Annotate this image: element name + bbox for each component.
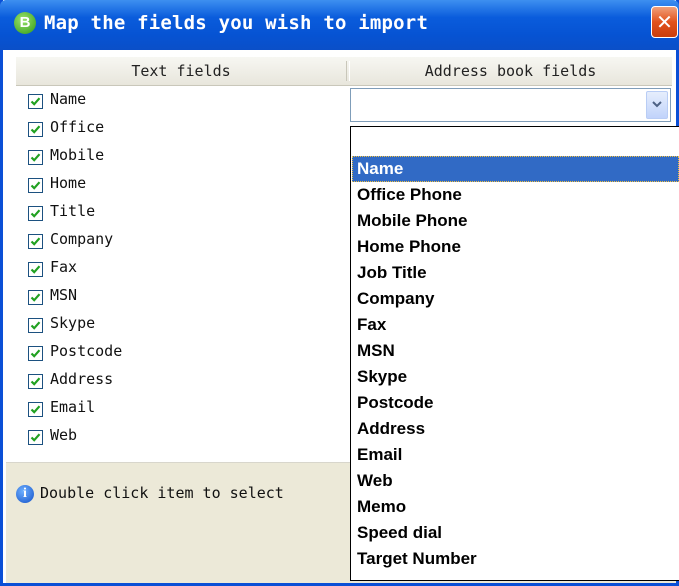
dropdown-option[interactable]: Mobile Phone	[352, 208, 679, 234]
field-checkbox[interactable]	[28, 346, 43, 361]
dropdown-option-empty[interactable]	[352, 130, 679, 156]
field-row[interactable]: MSN	[28, 284, 328, 310]
info-icon: i	[16, 485, 34, 503]
address-field-combo[interactable]	[350, 88, 671, 122]
checkmark-icon	[30, 349, 41, 358]
field-checkbox[interactable]	[28, 374, 43, 389]
field-label: MSN	[50, 286, 78, 304]
checkmark-icon	[30, 405, 41, 414]
field-row[interactable]: Company	[28, 228, 328, 254]
checkmark-icon	[30, 153, 41, 162]
field-checkbox[interactable]	[28, 262, 43, 277]
field-label: Email	[50, 398, 96, 416]
import-dialog: B Map the fields you wish to import ✕ Te…	[0, 0, 679, 586]
dropdown-option[interactable]: Memo	[352, 494, 679, 520]
field-row[interactable]: Address	[28, 368, 328, 394]
close-button[interactable]: ✕	[651, 6, 678, 38]
checkmark-icon	[30, 321, 41, 330]
checkmark-icon	[30, 209, 41, 218]
field-row[interactable]: Home	[28, 172, 328, 198]
field-label: Web	[50, 426, 78, 444]
field-label: Company	[50, 230, 114, 248]
dropdown-option[interactable]: Company	[352, 286, 679, 312]
field-label: Mobile	[50, 146, 105, 164]
field-row[interactable]: Name	[28, 88, 328, 114]
field-row[interactable]: Email	[28, 396, 328, 422]
dropdown-option[interactable]: Fax	[352, 312, 679, 338]
field-checkbox[interactable]	[28, 318, 43, 333]
dropdown-option[interactable]: Web	[352, 468, 679, 494]
field-label: Title	[50, 202, 96, 220]
field-row[interactable]: Skype	[28, 312, 328, 338]
dropdown-option[interactable]: Target Number	[352, 546, 679, 572]
dropdown-option[interactable]: Office Phone	[352, 182, 679, 208]
field-row[interactable]: Web	[28, 424, 328, 450]
dropdown-option[interactable]: Email	[352, 442, 679, 468]
field-row[interactable]: Fax	[28, 256, 328, 282]
checkmark-icon	[30, 181, 41, 190]
address-field-dropdown-list[interactable]: Name Office Phone Mobile Phone Home Phone Jo…	[350, 126, 679, 581]
field-row[interactable]: Mobile	[28, 144, 328, 170]
dialog-title: Map the fields you wish to import	[44, 12, 429, 34]
field-checkbox[interactable]	[28, 122, 43, 137]
column-header-text-fields[interactable]: Text fields	[16, 57, 346, 85]
field-checkbox[interactable]	[28, 206, 43, 221]
field-checkbox[interactable]	[28, 234, 43, 249]
field-label: Office	[50, 118, 105, 136]
dropdown-option[interactable]: Job Title	[352, 260, 679, 286]
field-checkbox[interactable]	[28, 94, 43, 109]
field-checkbox[interactable]	[28, 402, 43, 417]
field-label: Name	[50, 90, 87, 108]
checkmark-icon	[30, 377, 41, 386]
field-row[interactable]: Office	[28, 116, 328, 142]
column-header-row: Text fields Address book fields	[16, 57, 672, 86]
field-label: Skype	[50, 314, 96, 332]
checkmark-icon	[30, 97, 41, 106]
combo-dropdown-button[interactable]	[646, 91, 668, 119]
column-header-address-book-fields[interactable]: Address book fields	[349, 57, 672, 85]
checkmark-icon	[30, 125, 41, 134]
dropdown-option[interactable]: Address	[352, 416, 679, 442]
field-checkbox[interactable]	[28, 430, 43, 445]
field-label: Home	[50, 174, 87, 192]
dropdown-option[interactable]: Skype	[352, 364, 679, 390]
field-checkbox[interactable]	[28, 178, 43, 193]
field-label: Postcode	[50, 342, 123, 360]
checkmark-icon	[30, 293, 41, 302]
dropdown-option[interactable]: Home Phone	[352, 234, 679, 260]
field-row[interactable]: Title	[28, 200, 328, 226]
field-checkbox[interactable]	[28, 150, 43, 165]
title-bar[interactable]: B Map the fields you wish to import ✕	[0, 0, 679, 50]
app-logo-icon: B	[14, 12, 36, 34]
field-row[interactable]: Postcode	[28, 340, 328, 366]
checkmark-icon	[30, 265, 41, 274]
field-label: Fax	[50, 258, 78, 276]
status-hint: Double click item to select	[40, 484, 284, 502]
checkmark-icon	[30, 433, 41, 442]
field-checkbox[interactable]	[28, 290, 43, 305]
dropdown-option[interactable]: Name	[352, 156, 679, 182]
dropdown-option[interactable]: Speed dial	[352, 520, 679, 546]
dropdown-option[interactable]: MSN	[352, 338, 679, 364]
checkmark-icon	[30, 237, 41, 246]
field-label: Address	[50, 370, 114, 388]
chevron-down-icon	[652, 101, 662, 108]
dropdown-option[interactable]: Postcode	[352, 390, 679, 416]
